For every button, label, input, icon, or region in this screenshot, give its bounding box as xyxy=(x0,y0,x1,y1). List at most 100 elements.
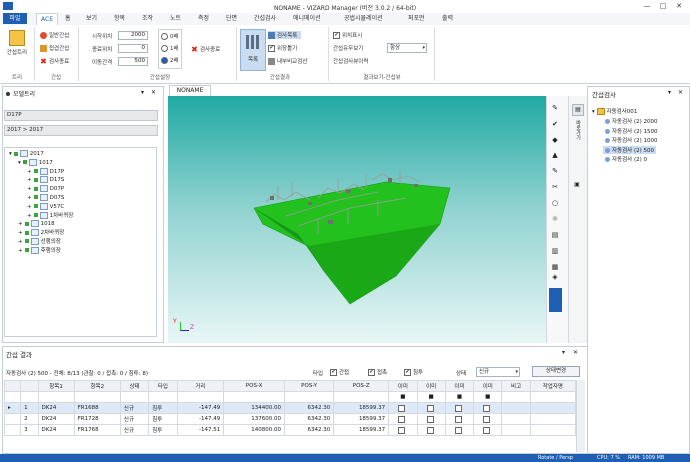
table-row[interactable]: 2 DK24 FR1728 신규 침투 -147.49 137600.00 6342.30 18… xyxy=(4,413,576,425)
radio-option[interactable]: 2배 xyxy=(161,56,179,64)
row-checkbox[interactable] xyxy=(454,404,462,412)
filter-check-penetration[interactable]: ✔ 침투 xyxy=(404,368,423,376)
table-checkbox-cell[interactable] xyxy=(473,402,503,414)
display-item[interactable]: ✔ 위장틀기 xyxy=(268,44,297,52)
interference-check-item[interactable]: 자동검사 (2) 1000 xyxy=(603,136,660,144)
table-checkbox-cell[interactable] xyxy=(388,413,418,425)
table-checkbox-cell[interactable] xyxy=(388,424,418,436)
panel-pin-icon[interactable]: ▾ xyxy=(668,89,671,96)
filter-cell[interactable] xyxy=(501,391,531,403)
expand-icon[interactable]: + xyxy=(27,177,32,183)
visibility-icon[interactable] xyxy=(33,186,38,191)
list-view-button[interactable]: 목록 xyxy=(240,29,266,71)
tree-item[interactable]: + 선행의장 xyxy=(5,237,156,247)
panel-pin-icon[interactable]: ▾ xyxy=(562,349,565,356)
filter-cell[interactable] xyxy=(283,391,335,403)
compare-item[interactable]: 내부비교검선 xyxy=(268,57,307,65)
row-checkbox[interactable] xyxy=(398,426,406,434)
filter-cell[interactable] xyxy=(4,391,22,403)
tab-interference[interactable]: 간섭검사 xyxy=(250,13,280,24)
delete-check-button[interactable]: ✖ 검사종료 xyxy=(191,45,220,54)
interference-check-item[interactable]: 자동검사 (2) 2000 xyxy=(603,117,660,125)
visibility-icon[interactable] xyxy=(33,169,38,174)
3d-viewport[interactable]: Y Z xyxy=(168,96,546,343)
collapse-icon[interactable]: ▾ xyxy=(9,151,12,157)
view-tool-icon[interactable]: ☼ xyxy=(549,214,561,224)
end-position-input[interactable]: 0 xyxy=(118,44,148,53)
view-mode-select[interactable]: 항상 ▾ xyxy=(387,43,427,53)
row-checkbox[interactable] xyxy=(454,415,462,423)
tab-simulation[interactable]: 공법시뮬레이션 xyxy=(340,13,387,24)
view-tool-icon[interactable]: ✎ xyxy=(549,166,561,176)
tab-animation[interactable]: 애니메이션 xyxy=(289,13,325,24)
side-tab-shortcut[interactable]: 바로가기 xyxy=(572,120,582,140)
filter-cell[interactable] xyxy=(119,391,150,403)
visibility-icon[interactable] xyxy=(24,239,29,244)
table-checkbox-cell[interactable] xyxy=(444,413,475,425)
position-display-toggle[interactable]: ✔ 위치표시 xyxy=(333,31,362,39)
side-tab-control[interactable]: ▣ xyxy=(572,180,582,190)
row-checkbox[interactable] xyxy=(483,426,491,434)
table-checkbox-cell[interactable] xyxy=(388,402,418,414)
view-tool-icon[interactable]: ▤ xyxy=(549,230,561,240)
panel-close-icon[interactable]: ✕ xyxy=(151,89,156,96)
tab-operate[interactable]: 조작 xyxy=(138,13,157,24)
expand-icon[interactable]: + xyxy=(18,239,23,245)
view-tool-icon[interactable]: ▥ xyxy=(549,246,561,256)
table-header-cell[interactable]: 항목1 xyxy=(37,380,75,392)
tree-item[interactable]: ▾ 2017 xyxy=(5,150,156,159)
interference-check-item[interactable]: 자동검사 (2) 0 xyxy=(603,155,649,163)
contact-interference-button[interactable]: 접겹간섭 xyxy=(40,44,69,52)
tab-note[interactable]: 노트 xyxy=(166,13,185,24)
check-list-item[interactable]: 검사목록 xyxy=(268,31,302,39)
tab-view[interactable]: 보기 xyxy=(82,13,101,24)
change-state-button[interactable]: 상태변경 xyxy=(532,366,580,377)
history-view-item[interactable]: 간섭검사뷰이력 xyxy=(333,57,368,65)
tab-performance[interactable]: 퍼포먼 xyxy=(404,13,429,24)
tree-item[interactable]: +2차바퀴장 xyxy=(5,229,156,238)
start-position-input[interactable]: 2000 xyxy=(118,31,148,40)
table-header-cell[interactable]: 이미 xyxy=(444,380,475,392)
row-checkbox[interactable] xyxy=(398,404,406,412)
move-interval-input[interactable]: 500 xyxy=(118,57,148,66)
visibility-icon[interactable] xyxy=(24,248,29,253)
filter-cell[interactable]: ■ xyxy=(416,391,446,403)
table-header-cell[interactable]: 작업자명 xyxy=(529,380,576,392)
table-header-cell[interactable]: 타입 xyxy=(148,380,178,392)
expand-icon[interactable]: + xyxy=(18,230,23,236)
radio-option[interactable]: 0배 xyxy=(161,32,179,40)
tab-item[interactable]: 항목 xyxy=(110,13,129,24)
filter-cell[interactable] xyxy=(73,391,121,403)
table-header-cell[interactable]: POS-Y xyxy=(283,380,335,392)
expand-icon[interactable]: + xyxy=(27,204,32,210)
close-button[interactable]: ✕ xyxy=(672,2,686,11)
filter-check-interference[interactable]: ✔ 간접 xyxy=(330,368,349,376)
table-checkbox-cell[interactable] xyxy=(444,402,475,414)
panel-close-icon[interactable]: ✕ xyxy=(573,349,578,356)
tree-item[interactable]: +1018 xyxy=(5,220,156,229)
table-header-cell[interactable]: 항목2 xyxy=(73,380,121,392)
filter-cell[interactable] xyxy=(529,391,576,403)
visibility-icon[interactable] xyxy=(33,177,38,182)
collapse-icon[interactable]: ▾ xyxy=(18,160,21,166)
view-tool-icon[interactable]: ✂ xyxy=(549,182,561,192)
side-tab-properties[interactable]: ▤ xyxy=(572,104,584,116)
radio-option[interactable]: 1배 xyxy=(161,44,179,52)
expand-icon[interactable]: + xyxy=(18,248,23,254)
tree-item[interactable]: +1차바퀴장 xyxy=(5,211,156,221)
table-header-cell[interactable]: 이미 xyxy=(388,380,418,392)
tree-item[interactable]: + D17P xyxy=(5,167,156,177)
view-tool-icon[interactable]: ▦ xyxy=(549,262,561,272)
tab-measure[interactable]: 측정 xyxy=(194,13,213,24)
model-tree-search-2[interactable]: 2017 > 2017 xyxy=(4,125,158,136)
table-checkbox-cell[interactable] xyxy=(473,424,503,436)
table-header-cell[interactable]: 거리 xyxy=(176,380,225,392)
table-checkbox-cell[interactable] xyxy=(416,424,446,436)
file-menu-button[interactable]: 파일 xyxy=(3,13,27,24)
filter-cell[interactable]: ■ xyxy=(388,391,418,403)
interference-visible-toggle[interactable]: 간섭유무보기 xyxy=(333,44,363,52)
table-row[interactable]: ▸ 1 DK24 FR1688 신규 침투 -147.49 134400.00 6342.30 1… xyxy=(4,402,576,414)
view-tool-icon[interactable]: ◈ xyxy=(549,272,561,282)
tree-item[interactable]: + D07S xyxy=(5,193,156,203)
table-checkbox-cell[interactable] xyxy=(416,413,446,425)
